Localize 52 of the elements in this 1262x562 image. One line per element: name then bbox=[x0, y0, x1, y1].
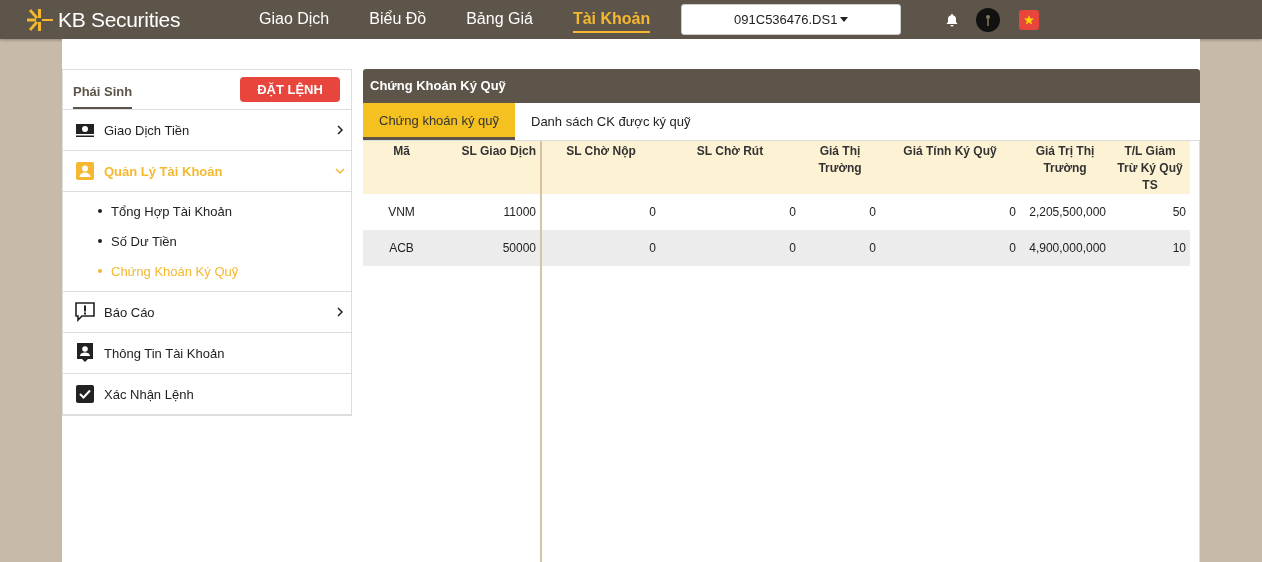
nav-link[interactable]: Bảng Giá bbox=[466, 6, 533, 33]
table-cell: 11000 bbox=[440, 194, 541, 230]
column-header: SL Chờ Nộp bbox=[541, 141, 660, 194]
table-cell: 0 bbox=[800, 230, 880, 266]
cash-icon bbox=[75, 122, 95, 138]
table-cell: 4,900,000,000 bbox=[1020, 230, 1110, 266]
panel-title: Chứng Khoán Ký Quỹ bbox=[363, 69, 1200, 103]
avatar-icon[interactable] bbox=[976, 7, 1001, 32]
column-header: Mã bbox=[363, 141, 440, 194]
table-cell: 2,205,500,000 bbox=[1020, 194, 1110, 230]
submenu-item[interactable]: Số Dư Tiền bbox=[63, 226, 351, 256]
column-header: Giá Trị Thị Trường bbox=[1020, 141, 1110, 194]
table-cell: 10 bbox=[1110, 230, 1190, 266]
bell-icon[interactable] bbox=[945, 12, 960, 27]
table-cell: 50 bbox=[1110, 194, 1190, 230]
report-icon bbox=[75, 302, 95, 322]
table-cell: 0 bbox=[660, 230, 800, 266]
table-cell: 0 bbox=[800, 194, 880, 230]
flag-icon[interactable] bbox=[1019, 9, 1040, 30]
menu-item[interactable]: Thông Tin Tài Khoản bbox=[63, 333, 351, 374]
column-header: SL Giao Dịch bbox=[440, 141, 541, 194]
checkbox-icon bbox=[75, 385, 95, 403]
submenu-item[interactable]: Tổng Hợp Tài Khoản bbox=[63, 196, 351, 226]
column-header: Giá Thị Trường bbox=[800, 141, 880, 194]
chevron-right-icon bbox=[335, 125, 345, 135]
brand-name: KB Securities bbox=[58, 7, 181, 32]
table-cell: 0 bbox=[880, 230, 1020, 266]
menu-item[interactable]: Xác Nhận Lệnh bbox=[63, 374, 351, 415]
nav-link[interactable]: Giao Dịch bbox=[259, 6, 330, 33]
table-cell: ACB bbox=[363, 230, 440, 266]
column-header: T/L Giảm Trừ Ký Quỹ TS bbox=[1110, 141, 1190, 194]
tab[interactable]: Chứng khoán ký quỹ bbox=[363, 103, 515, 140]
chevron-right-icon bbox=[335, 307, 345, 317]
account-selector[interactable]: 091C536476.DS1 bbox=[681, 4, 902, 35]
chevron-down-icon bbox=[335, 166, 345, 176]
table-cell: 0 bbox=[660, 194, 800, 230]
place-order-button[interactable]: ĐẶT LỆNH bbox=[240, 77, 340, 102]
table-cell: 0 bbox=[541, 230, 660, 266]
table-cell: 0 bbox=[541, 194, 660, 230]
column-header: SL Chờ Rút bbox=[660, 141, 800, 194]
profile-icon bbox=[75, 162, 95, 180]
menu-item[interactable]: Giao Dịch Tiền bbox=[63, 110, 351, 151]
column-header: Giá Tính Ký Quỹ bbox=[880, 141, 1020, 194]
menu-item[interactable]: Báo Cáo bbox=[63, 292, 351, 333]
table-cell: VNM bbox=[363, 194, 440, 230]
sidebar-tab[interactable]: Phái Sinh bbox=[73, 73, 133, 109]
nav-link[interactable]: Tài Khoản bbox=[572, 6, 651, 33]
table-cell: 50000 bbox=[440, 230, 541, 266]
star-logo-icon bbox=[27, 8, 53, 31]
nav-link[interactable]: Biểu Đồ bbox=[369, 6, 427, 33]
account-icon bbox=[75, 343, 95, 363]
table-cell: 0 bbox=[880, 194, 1020, 230]
